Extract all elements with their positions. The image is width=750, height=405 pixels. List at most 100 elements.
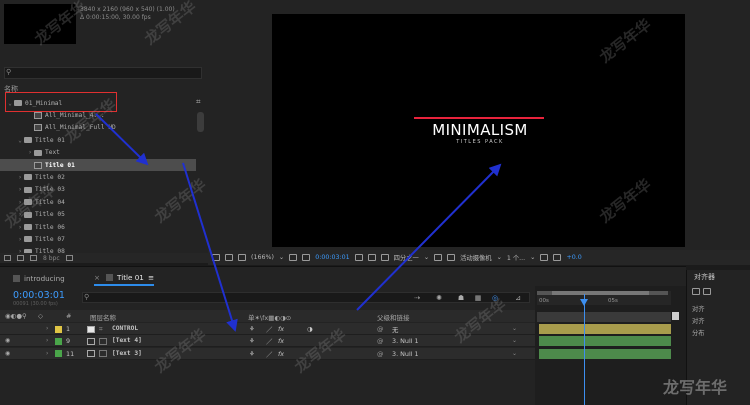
eye-icon[interactable]: ◉ <box>5 350 10 357</box>
transparency-grid-icon[interactable] <box>447 254 456 261</box>
camera-dropdown[interactable]: 活动摄像机 <box>460 253 491 262</box>
tab-title-01[interactable]: × Title 01 ≡ <box>94 270 154 286</box>
project-tree-item[interactable]: › Title 05 <box>0 209 196 221</box>
tree-item-label: Title 03 <box>35 186 65 194</box>
new-folder-icon[interactable] <box>17 255 24 261</box>
quality-switch-icon[interactable]: ／ <box>266 325 272 334</box>
trash-icon[interactable] <box>65 255 73 261</box>
parent-dropdown[interactable]: 无 <box>392 325 398 334</box>
align-left-icon[interactable] <box>692 288 700 295</box>
project-tree-item[interactable]: › Title 07 <box>0 233 196 245</box>
interpret-footage-icon[interactable] <box>4 255 11 261</box>
close-icon[interactable]: × <box>94 273 100 282</box>
show-snapshot-icon[interactable] <box>367 254 376 261</box>
parent-dropdown[interactable]: 3. Null 1 <box>392 337 419 345</box>
shy-switch-icon[interactable]: ⚘ <box>249 325 255 333</box>
fx-switch-icon[interactable]: fx <box>278 325 284 333</box>
mask-visibility-icon[interactable] <box>238 254 246 261</box>
layer-row[interactable]: ◉ › 11 [Text 3] ⚘ ／ fx @3. Null 1 ⌄ <box>0 347 535 360</box>
project-tree-item[interactable]: › Title 04 <box>0 196 196 208</box>
viewer-current-time[interactable]: 0:00:03:01 <box>315 254 349 261</box>
layer-name-header[interactable]: 图层名称 <box>90 312 116 322</box>
menu-icon[interactable]: ≡ <box>148 273 154 282</box>
chevron-right-icon[interactable]: › <box>46 350 48 357</box>
chevron-right-icon[interactable]: › <box>16 199 24 206</box>
quality-switch-icon[interactable]: ／ <box>266 337 272 346</box>
label-color-swatch[interactable] <box>55 350 62 358</box>
chevron-right-icon[interactable]: › <box>26 149 34 156</box>
playhead-handle[interactable] <box>580 299 588 306</box>
project-tree-item[interactable]: › Title 06 <box>0 221 196 233</box>
chevron-right-icon[interactable]: › <box>16 174 24 181</box>
label-color-swatch[interactable] <box>55 325 62 333</box>
hierarchy-icon[interactable]: ⌗ <box>196 97 201 107</box>
always-preview-icon[interactable] <box>212 254 220 261</box>
project-search-input[interactable] <box>4 67 202 79</box>
draft-3d-icon[interactable]: ✺ <box>434 294 444 302</box>
project-tree-item[interactable]: Title 01 <box>0 159 196 171</box>
layer-duration-bar[interactable] <box>539 336 671 347</box>
snapshot-icon[interactable] <box>354 254 363 261</box>
pickwhip-icon[interactable]: @ <box>377 350 383 358</box>
shy-icon[interactable]: ☗ <box>456 294 466 302</box>
adjustment-switch-icon[interactable]: ◑ <box>307 325 313 333</box>
chevron-right-icon[interactable]: › <box>46 337 48 344</box>
playhead-line[interactable] <box>584 294 585 405</box>
project-scrollbar[interactable] <box>197 112 204 132</box>
shy-switch-icon[interactable]: ⚘ <box>249 337 255 345</box>
project-tree-item[interactable]: › Title 02 <box>0 171 196 183</box>
layer-duration-bar[interactable] <box>539 348 671 359</box>
pickwhip-icon[interactable]: @ <box>377 325 383 333</box>
exposure-value[interactable]: +0.0 <box>566 254 581 261</box>
flowchart-icon[interactable] <box>553 254 562 261</box>
collapse-icon[interactable] <box>99 337 107 345</box>
frame-blending-icon[interactable]: ▦ <box>473 294 483 302</box>
work-area-range[interactable] <box>552 291 649 295</box>
label-color-swatch[interactable] <box>55 337 62 345</box>
align-center-icon[interactable] <box>703 288 711 295</box>
chevron-down-icon[interactable]: ⌄ <box>16 137 24 144</box>
resolution-dropdown[interactable]: 四分之一 <box>394 253 419 262</box>
project-tree-item[interactable]: ⌄ Title 01 <box>0 134 196 146</box>
bit-depth-label[interactable]: 8 bpc <box>43 255 60 262</box>
layer-name[interactable]: [Text 4] <box>112 337 142 344</box>
project-tree-item[interactable]: › Text <box>0 147 196 159</box>
graph-editor-icon[interactable]: ⊿ <box>513 294 523 302</box>
timeline-current-time[interactable]: 0:00:03:01 <box>13 290 65 301</box>
color-channel-icon[interactable] <box>380 254 389 261</box>
shy-switch-icon[interactable]: ⚘ <box>249 350 255 358</box>
layer-row[interactable]: › 1 ⌗ CONTROL ⚘ ／ fx ◑ @ 无 ⌄ <box>0 323 535 335</box>
chevron-right-icon[interactable]: › <box>16 224 24 231</box>
chevron-right-icon[interactable]: › <box>16 236 24 243</box>
align-label-2: 对齐 <box>692 318 705 325</box>
parent-dropdown[interactable]: 3. Null 1 <box>392 350 419 358</box>
comp-end-marker[interactable] <box>672 312 679 320</box>
tab-introducing[interactable]: introducing <box>13 270 65 286</box>
fx-switch-icon[interactable]: fx <box>278 350 284 358</box>
reset-exposure-icon[interactable] <box>540 254 549 261</box>
layer-name[interactable]: CONTROL <box>112 325 138 332</box>
pickwhip-icon[interactable]: @ <box>377 337 383 345</box>
views-dropdown[interactable]: 1 个... <box>507 253 525 262</box>
chevron-right-icon[interactable]: › <box>46 325 48 332</box>
zoom-dropdown[interactable]: (166%) <box>251 254 274 261</box>
layer-duration-bar[interactable] <box>539 324 671 334</box>
fx-switch-icon[interactable]: fx <box>278 337 284 345</box>
fast-preview-icon[interactable] <box>434 254 443 261</box>
layer-name[interactable]: [Text 3] <box>112 350 142 357</box>
align-label-row: 对齐 <box>692 304 705 313</box>
eye-icon[interactable]: ◉ <box>5 337 10 344</box>
comp-flowchart-icon[interactable]: ⇢ <box>412 294 422 302</box>
layer-row[interactable]: ◉ › 9 [Text 4] ⚘ ／ fx @3. Null 1 ⌄ <box>0 335 535 348</box>
monitor-icon[interactable] <box>225 254 233 261</box>
region-of-interest-icon[interactable] <box>302 254 311 261</box>
chevron-right-icon[interactable]: › <box>16 211 24 218</box>
collapse-icon[interactable] <box>99 350 107 358</box>
project-tree-item[interactable]: › Title 03 <box>0 184 196 196</box>
motion-blur-icon[interactable]: ◎ <box>490 294 500 302</box>
quality-switch-icon[interactable]: ／ <box>266 350 272 359</box>
new-comp-icon[interactable] <box>30 255 37 261</box>
chevron-right-icon[interactable]: › <box>16 186 24 193</box>
grid-icon[interactable] <box>289 254 298 261</box>
project-tree-item[interactable]: All_Minimal_Full HD <box>0 122 196 134</box>
